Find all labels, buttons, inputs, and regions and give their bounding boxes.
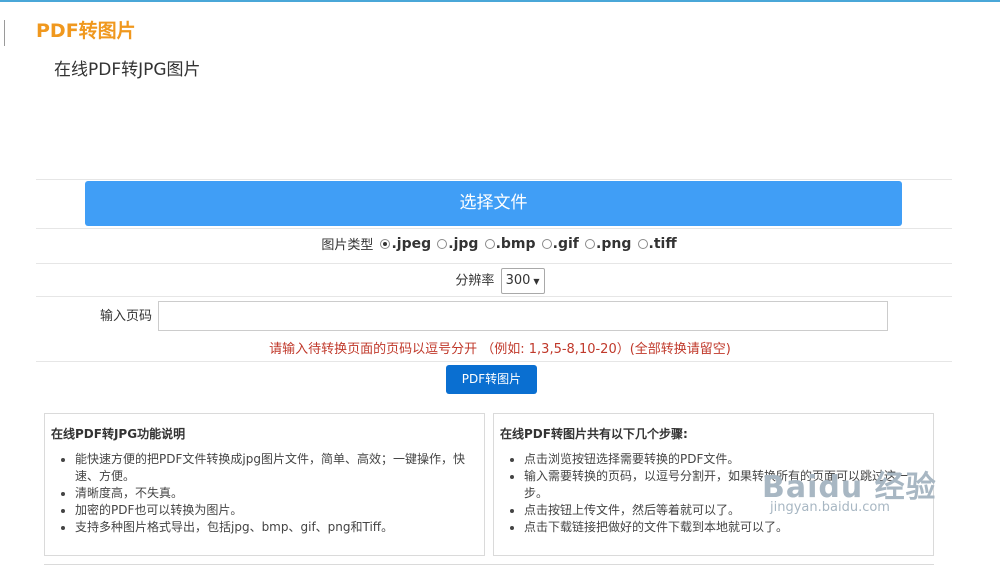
image-type-row: 图片类型 .jpeg .jpg .bmp .gif .png .tiff	[0, 234, 1000, 253]
radio-icon[interactable]	[380, 239, 391, 249]
resolution-label: 分辨率	[455, 273, 495, 289]
page-title: PDF转图片	[36, 20, 136, 42]
top-border	[0, 0, 1000, 2]
steps-title: 在线PDF转图片共有以下几个步骤:	[500, 427, 688, 441]
page-subtitle: 在线PDF转JPG图片	[54, 60, 201, 80]
radio-png[interactable]: .png	[585, 236, 631, 252]
list-item: 支持多种图片格式导出，包括jpg、bmp、gif、png和Tiff。	[75, 519, 472, 536]
radio-jpg[interactable]: .jpg	[437, 236, 478, 252]
radio-tiff[interactable]: .tiff	[637, 236, 677, 252]
divider	[44, 564, 934, 565]
image-type-label: 图片类型	[321, 238, 374, 253]
baidu-watermark-url: jingyan.baidu.com	[770, 500, 890, 515]
radio-jpeg[interactable]: .jpeg	[380, 236, 431, 252]
radio-bmp[interactable]: .bmp	[484, 236, 536, 252]
features-title: 在线PDF转JPG功能说明	[51, 427, 186, 441]
radio-icon[interactable]	[437, 239, 448, 249]
choose-file-button[interactable]: 选择文件	[85, 181, 902, 226]
radio-icon[interactable]	[585, 239, 596, 249]
list-item: 清晰度高，不失真。	[75, 485, 472, 502]
divider	[36, 361, 952, 362]
left-edge-marker	[4, 20, 5, 46]
list-item: 能快速方便的把PDF文件转换成jpg图片文件，简单、高效；一键操作，快速、方便。	[75, 451, 472, 485]
divider	[36, 228, 952, 229]
page-number-input[interactable]	[158, 301, 888, 331]
resolution-row: 分辨率 300 ▼	[0, 268, 1000, 294]
page-number-hint: 请输入待转换页面的页码以逗号分开 （例如: 1,3,5-8,10-20）(全部转…	[269, 342, 731, 357]
radio-icon[interactable]	[637, 239, 648, 249]
page-number-label: 输入页码	[100, 309, 153, 324]
convert-button[interactable]: PDF转图片	[446, 365, 537, 394]
features-list: 能快速方便的把PDF文件转换成jpg图片文件，简单、高效；一键操作，快速、方便。…	[45, 451, 484, 536]
chevron-down-icon: ▼	[533, 277, 540, 286]
radio-gif[interactable]: .gif	[541, 236, 579, 252]
radio-icon[interactable]	[541, 239, 552, 249]
divider	[36, 263, 952, 264]
list-item: 加密的PDF也可以转换为图片。	[75, 502, 472, 519]
features-panel: 在线PDF转JPG功能说明 能快速方便的把PDF文件转换成jpg图片文件，简单、…	[44, 413, 485, 556]
resolution-select[interactable]: 300 ▼	[500, 268, 545, 294]
radio-icon[interactable]	[484, 239, 495, 249]
divider	[36, 179, 952, 180]
list-item: 点击下载链接把做好的文件下载到本地就可以了。	[524, 519, 921, 536]
divider	[36, 296, 952, 297]
